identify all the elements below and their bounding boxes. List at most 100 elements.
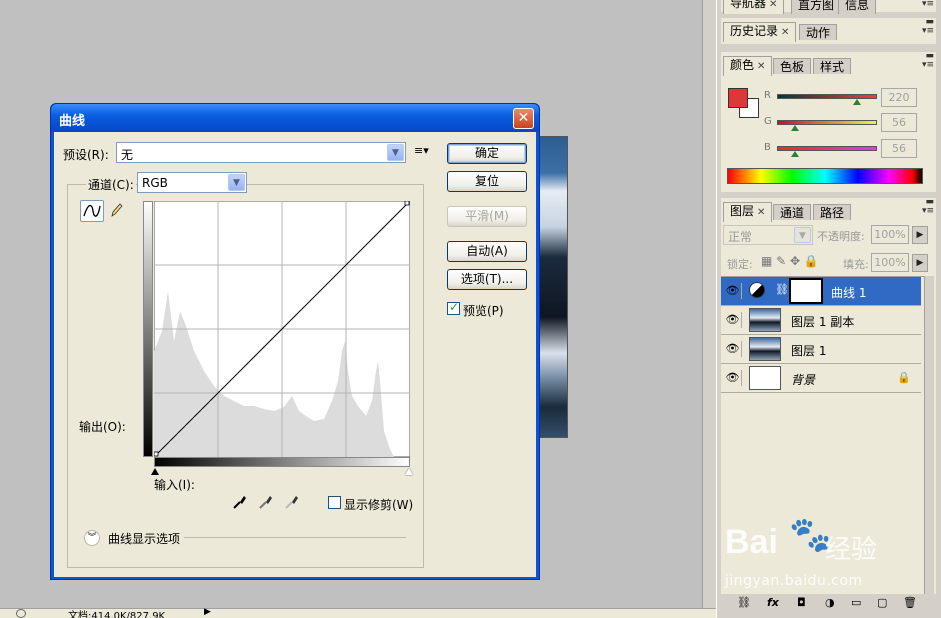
fill-arrow-icon[interactable]: ▶ — [912, 254, 928, 272]
lock-label: 锁定: — [727, 258, 753, 271]
dialog-title: 曲线 — [59, 114, 86, 129]
tab-color[interactable]: 颜色 ✕ — [723, 56, 773, 76]
preset-select[interactable]: 无 ▼ — [116, 142, 406, 163]
show-clipping-checkbox[interactable] — [328, 496, 341, 509]
b-value[interactable]: 56 — [881, 139, 917, 158]
curves-dialog: 曲线 ✕ 预设(R): 无 ▼ ≡▾ 确定 复位 平滑(M) 自动(A) 选项(… — [50, 103, 540, 580]
tab-navigator[interactable]: 导航器 ✕ — [723, 0, 785, 14]
status-menu-icon[interactable] — [16, 609, 26, 618]
panel-menu-icon[interactable]: ▬ ▾≡ — [922, 198, 934, 216]
r-value[interactable]: 220 — [881, 88, 917, 107]
doc-size-info: 文档:414.0K/827.9K — [68, 611, 166, 618]
panel-menu-icon[interactable]: ▾≡ — [922, 0, 934, 9]
adjustment-layer-icon[interactable]: ◑ — [825, 596, 835, 609]
watermark-brand: Bai — [725, 523, 778, 561]
chain-link-icon[interactable]: ⛓ — [775, 283, 789, 296]
layer-name[interactable]: 背景 — [791, 371, 815, 388]
white-eyedropper-icon[interactable] — [284, 494, 300, 510]
layer-row-curves[interactable]: 👁 ⛓ 曲线 1 — [721, 277, 921, 306]
gray-eyedropper-icon[interactable] — [258, 494, 274, 510]
smooth-button[interactable]: 平滑(M) — [447, 206, 527, 227]
tab-history[interactable]: 历史记录 ✕ — [723, 22, 797, 42]
options-button[interactable]: 选项(T)... — [447, 269, 527, 290]
layers-scrollbar[interactable] — [924, 276, 934, 594]
fill-label: 填充: — [843, 258, 869, 271]
layer-row-copy[interactable]: 👁 图层 1 副本 — [721, 306, 921, 335]
channel-select[interactable]: RGB ▼ — [137, 172, 247, 193]
layer-thumbnail — [749, 337, 781, 361]
add-mask-icon[interactable]: ◘ — [797, 596, 806, 609]
fx-icon[interactable]: fx — [767, 596, 779, 609]
input-label: 输入(I): — [154, 478, 195, 492]
tab-styles[interactable]: 样式 — [813, 58, 852, 74]
preset-menu-icon[interactable]: ≡▾ — [414, 144, 429, 157]
tab-paths[interactable]: 路径 — [813, 204, 852, 220]
layer-name[interactable]: 图层 1 副本 — [791, 313, 854, 330]
panel-menu-icon[interactable]: ▬ ▾≡ — [922, 52, 934, 70]
status-arrow-icon[interactable]: ▶ — [204, 607, 211, 617]
ok-button[interactable]: 确定 — [447, 143, 527, 164]
layer-mask-thumb[interactable] — [789, 278, 823, 304]
link-layers-icon[interactable]: ⛓ — [737, 596, 751, 609]
layer-row-background[interactable]: 👁 背景 🔒 — [721, 364, 921, 393]
opacity-value[interactable]: 100% — [871, 225, 909, 244]
navigator-panel: 导航器 ✕ 直方图 信息 ▾≡ — [721, 0, 936, 14]
layer-name[interactable]: 图层 1 — [791, 342, 826, 359]
blend-mode-select[interactable]: 正常 ▼ — [723, 225, 813, 245]
watermark-url: jingyan.baidu.com — [725, 573, 863, 589]
preview-label: 预览(P) — [463, 304, 504, 318]
expand-chevron-icon[interactable]: ︾ — [84, 530, 100, 546]
panel-menu-icon[interactable]: ▬ ▾≡ — [922, 18, 934, 36]
layer-name[interactable]: 曲线 1 — [831, 284, 866, 301]
white-point-slider[interactable] — [405, 468, 413, 475]
g-value[interactable]: 56 — [881, 113, 917, 132]
foreground-color-swatch[interactable] — [728, 88, 748, 108]
tab-actions[interactable]: 动作 — [799, 24, 838, 40]
curve-point-white — [404, 201, 410, 206]
lock-icons[interactable]: ▦ ✎ ✥ 🔒 — [761, 254, 819, 268]
curve-point-tool-icon[interactable] — [80, 200, 104, 222]
layer-thumbnail — [749, 308, 781, 332]
tab-info[interactable]: 信息 — [838, 0, 877, 14]
new-layer-icon[interactable]: ▢ — [877, 596, 887, 609]
lock-icon: 🔒 — [897, 371, 911, 384]
auto-button[interactable]: 自动(A) — [447, 241, 527, 262]
new-group-icon[interactable]: ▭ — [851, 596, 861, 609]
chevron-down-icon[interactable]: ▼ — [228, 174, 245, 191]
document-image[interactable] — [537, 136, 568, 438]
black-point-slider[interactable] — [151, 468, 159, 475]
eye-icon[interactable]: 👁 — [724, 312, 742, 328]
channel-value: RGB — [142, 176, 168, 190]
color-spectrum-bar[interactable] — [727, 168, 923, 184]
dialog-body: 预设(R): 无 ▼ ≡▾ 确定 复位 平滑(M) 自动(A) 选项(T)...… — [54, 132, 536, 577]
pencil-icon[interactable] — [110, 202, 124, 218]
baidu-watermark: Bai 🐾 经验 jingyan.baidu.com — [725, 515, 890, 595]
preview-checkbox[interactable] — [447, 300, 460, 315]
curve-options-label[interactable]: 曲线显示选项 — [108, 530, 180, 547]
layer-row-1[interactable]: 👁 图层 1 — [721, 335, 921, 364]
tab-channels[interactable]: 通道 — [773, 204, 812, 220]
chevron-down-icon[interactable]: ▼ — [794, 227, 811, 243]
close-icon[interactable]: ✕ — [513, 108, 534, 129]
chevron-down-icon[interactable]: ▼ — [387, 144, 404, 161]
output-label: 输出(O): — [79, 420, 126, 434]
eye-icon[interactable]: 👁 — [724, 341, 742, 357]
tab-swatches[interactable]: 色板 — [773, 58, 812, 74]
history-panel: 历史记录 ✕ 动作 ▬ ▾≡ — [721, 18, 936, 44]
opacity-arrow-icon[interactable]: ▶ — [912, 226, 928, 244]
reset-button[interactable]: 复位 — [447, 171, 527, 192]
watermark-brand-2: 经验 — [825, 535, 878, 565]
tab-layers[interactable]: 图层 ✕ — [723, 202, 773, 222]
dialog-titlebar[interactable]: 曲线 ✕ — [51, 104, 539, 132]
eye-icon[interactable]: 👁 — [724, 370, 742, 386]
eye-icon[interactable]: 👁 — [724, 283, 742, 299]
output-gradient-bar — [143, 201, 153, 457]
divider — [184, 537, 406, 538]
layer-thumbnail — [749, 366, 781, 390]
curve-graph[interactable] — [154, 201, 410, 457]
workspace-scrollbar[interactable] — [702, 0, 716, 608]
fill-value[interactable]: 100% — [871, 253, 909, 272]
black-eyedropper-icon[interactable] — [232, 494, 248, 510]
delete-layer-icon[interactable]: 🗑 — [903, 596, 917, 609]
tab-histogram[interactable]: 直方图 — [791, 0, 842, 14]
